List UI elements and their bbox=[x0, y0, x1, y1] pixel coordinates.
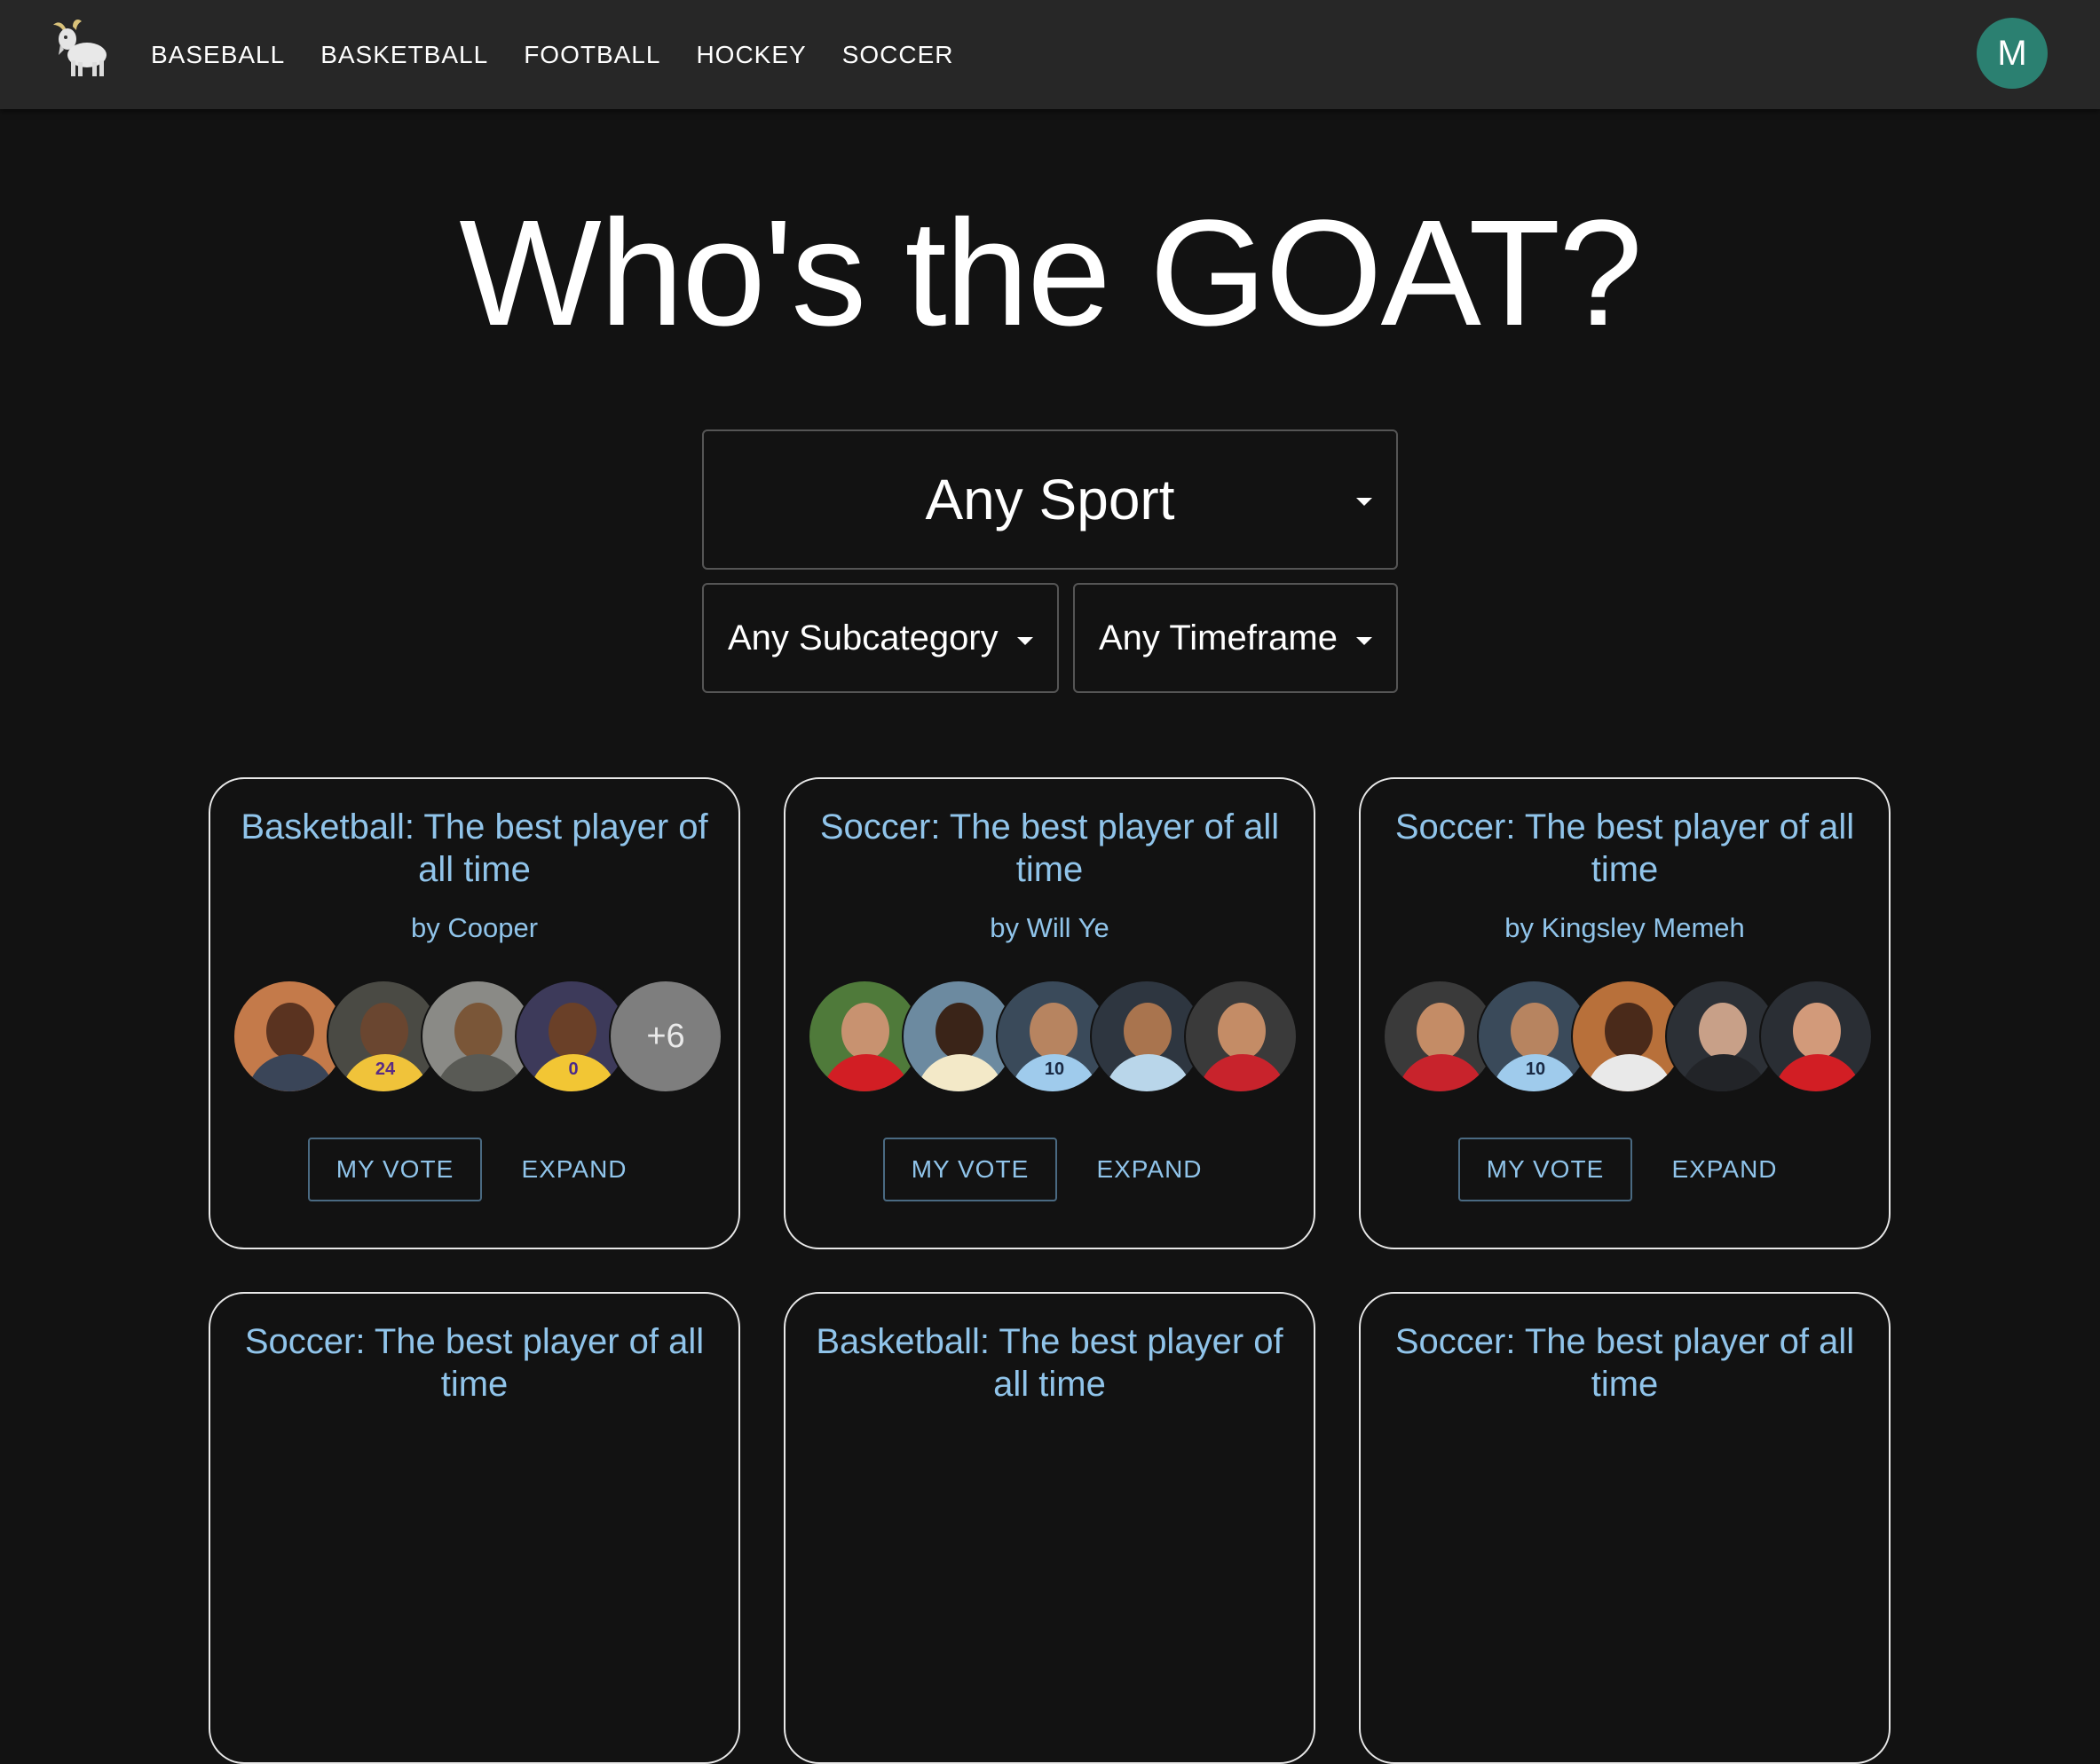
my-vote-button[interactable]: MY VOTE bbox=[308, 1138, 482, 1201]
sport-select[interactable]: Any Sport bbox=[702, 429, 1398, 570]
chevron-down-icon bbox=[1356, 637, 1372, 645]
subcategory-select-value: Any Subcategory bbox=[728, 618, 999, 658]
sport-select-value: Any Sport bbox=[925, 468, 1175, 532]
card-author: by Will Ye bbox=[990, 912, 1109, 943]
subcategory-select[interactable]: Any Subcategory bbox=[702, 583, 1059, 693]
ranking-card[interactable]: Soccer: The best player of all time bbox=[1359, 1292, 1891, 1764]
nav-baseball[interactable]: BASEBALL bbox=[151, 41, 285, 69]
card-title[interactable]: Soccer: The best player of all time bbox=[803, 806, 1296, 891]
expand-button[interactable]: EXPAND bbox=[512, 1138, 636, 1201]
card-title[interactable]: Soccer: The best player of all time bbox=[1378, 806, 1871, 891]
top-nav-bar: BASEBALL BASKETBALL FOOTBALL HOCKEY SOCC… bbox=[0, 0, 2100, 109]
card-author: by Kingsley Memeh bbox=[1504, 912, 1745, 943]
player-avatar-group: 24 0 +6 bbox=[233, 980, 730, 1095]
ranking-card[interactable]: Basketball: The best player of all time bbox=[784, 1292, 1315, 1764]
expand-button[interactable]: EXPAND bbox=[1662, 1138, 1787, 1201]
expand-button[interactable]: EXPAND bbox=[1087, 1138, 1212, 1201]
player-avatar-group: 10 bbox=[1383, 980, 1880, 1095]
player-avatar bbox=[1184, 980, 1298, 1093]
player-avatar-group: 10 bbox=[808, 980, 1305, 1095]
goat-logo-icon[interactable] bbox=[46, 16, 114, 83]
nav-hockey[interactable]: HOCKEY bbox=[696, 41, 806, 69]
timeframe-select[interactable]: Any Timeframe bbox=[1073, 583, 1398, 693]
ranking-card[interactable]: Basketball: The best player of all time … bbox=[209, 777, 740, 1249]
chevron-down-icon bbox=[1017, 637, 1033, 645]
timeframe-select-value: Any Timeframe bbox=[1099, 618, 1338, 658]
ranking-card[interactable]: Soccer: The best player of all time by W… bbox=[784, 777, 1315, 1249]
card-author: by Cooper bbox=[410, 912, 539, 943]
sport-nav: BASEBALL BASKETBALL FOOTBALL HOCKEY SOCC… bbox=[151, 0, 990, 109]
player-avatar bbox=[1759, 980, 1873, 1093]
my-vote-button[interactable]: MY VOTE bbox=[883, 1138, 1057, 1201]
card-title[interactable]: Basketball: The best player of all time bbox=[228, 806, 721, 891]
card-title[interactable]: Soccer: The best player of all time bbox=[1378, 1320, 1871, 1406]
card-title[interactable]: Basketball: The best player of all time bbox=[803, 1320, 1296, 1406]
user-avatar[interactable]: M bbox=[1977, 18, 2048, 89]
ranking-card[interactable]: Soccer: The best player of all time by K… bbox=[1359, 777, 1891, 1249]
card-title[interactable]: Soccer: The best player of all time bbox=[228, 1320, 721, 1406]
nav-basketball[interactable]: BASKETBALL bbox=[320, 41, 488, 69]
ranking-card[interactable]: Soccer: The best player of all time bbox=[209, 1292, 740, 1764]
nav-soccer[interactable]: SOCCER bbox=[842, 41, 954, 69]
nav-football[interactable]: FOOTBALL bbox=[524, 41, 660, 69]
my-vote-button[interactable]: MY VOTE bbox=[1458, 1138, 1632, 1201]
more-players-badge: +6 bbox=[609, 980, 722, 1093]
page-title: Who's the GOAT? bbox=[459, 189, 1642, 358]
chevron-down-icon bbox=[1356, 498, 1372, 506]
